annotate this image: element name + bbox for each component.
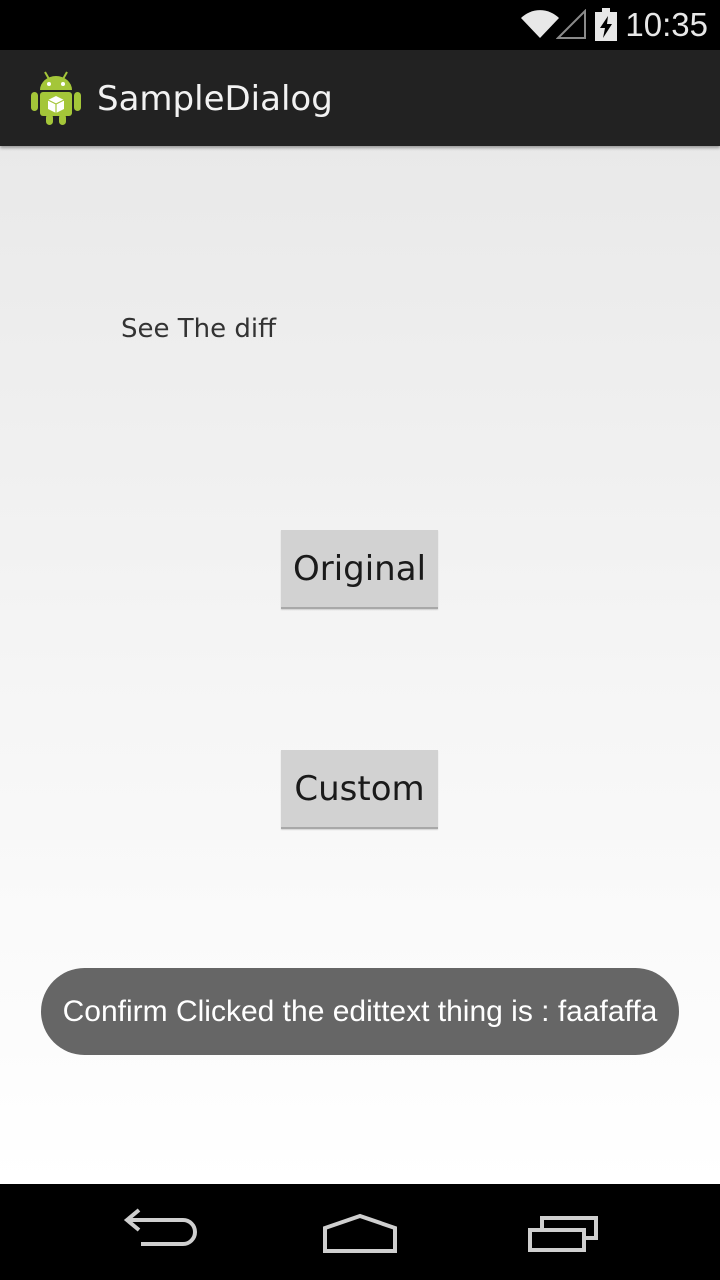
status-bar: 10:35: [0, 0, 720, 50]
navigation-bar: [0, 1184, 720, 1280]
custom-button[interactable]: Custom: [281, 750, 438, 829]
toast-message: Confirm Clicked the edittext thing is : …: [41, 968, 679, 1055]
hint-text: See The diff: [121, 314, 277, 344]
action-bar: SampleDialog: [0, 50, 720, 146]
home-icon[interactable]: [315, 1200, 405, 1264]
back-icon[interactable]: [115, 1200, 205, 1264]
recents-icon[interactable]: [518, 1200, 608, 1264]
android-icon: [31, 71, 81, 125]
battery-charging-icon: [595, 8, 617, 41]
wifi-icon: [521, 10, 559, 38]
original-button[interactable]: Original: [281, 530, 438, 609]
cell-signal-icon: [556, 9, 586, 39]
app-title: SampleDialog: [97, 79, 333, 119]
status-clock: 10:35: [625, 6, 708, 43]
main-content: See The diff Original Custom Confirm Cli…: [0, 146, 720, 1184]
